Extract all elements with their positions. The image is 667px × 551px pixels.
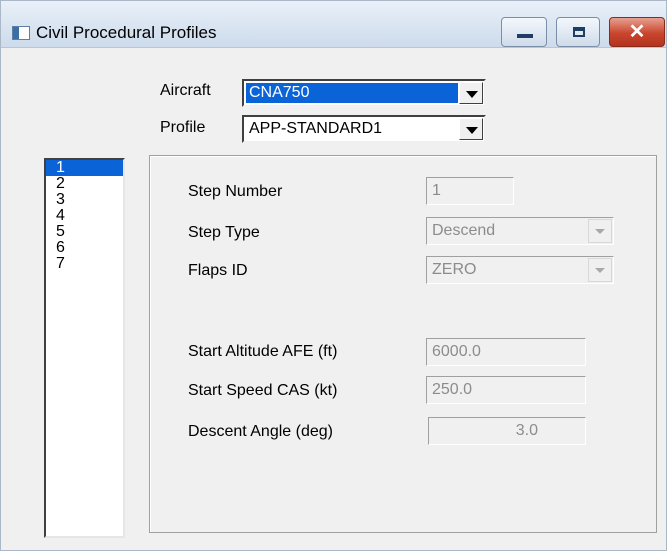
chevron-down-icon [588,219,612,243]
start-altitude-field: 6000.0 [426,338,586,366]
step-type-label: Step Type [188,224,260,241]
flaps-id-label: Flaps ID [188,262,248,279]
start-speed-field: 250.0 [426,376,586,404]
profile-value: APP-STANDARD1 [249,120,383,137]
list-item-step[interactable]: 6 [46,240,123,256]
list-item-step[interactable]: 3 [46,192,123,208]
step-type-dropdown: Descend [426,217,614,245]
steps-listbox[interactable]: 1 2 3 4 5 6 7 [44,158,125,538]
title-bar[interactable]: Civil Procedural Profiles ✕ [1,1,666,48]
list-item-step[interactable]: 5 [46,224,123,240]
window-title: Civil Procedural Profiles [36,23,217,42]
flaps-id-value: ZERO [432,261,477,278]
list-item-step[interactable]: 1 [46,160,123,176]
aircraft-dropdown[interactable]: CNA750 [242,79,486,107]
list-item-step[interactable]: 4 [46,208,123,224]
chevron-down-icon [588,258,612,282]
profile-label: Profile [160,119,206,136]
maximize-icon [573,27,585,37]
chevron-down-icon[interactable] [459,118,483,140]
aircraft-value: CNA750 [246,83,458,103]
list-item-step[interactable]: 2 [46,176,123,192]
app-icon [12,26,30,40]
minimize-button[interactable] [501,17,547,47]
chevron-down-icon[interactable] [459,82,483,104]
descent-angle-field: 3.0 [428,417,586,445]
flaps-id-dropdown: ZERO [426,256,614,284]
descent-angle-label: Descent Angle (deg) [188,423,333,440]
close-button[interactable]: ✕ [609,17,665,47]
step-type-value: Descend [432,222,496,239]
maximize-button[interactable] [556,17,600,47]
aircraft-label: Aircraft [160,82,211,99]
start-speed-label: Start Speed CAS (kt) [188,382,338,399]
step-number-field: 1 [426,177,514,205]
step-number-label: Step Number [188,183,283,200]
close-icon: ✕ [628,21,646,43]
list-item-step[interactable]: 7 [46,256,123,272]
start-altitude-label: Start Altitude AFE (ft) [188,343,338,360]
civil-procedural-profiles-window: Civil Procedural Profiles ✕ Aircraft CNA… [0,0,667,551]
minimize-icon [517,34,533,38]
profile-dropdown[interactable]: APP-STANDARD1 [242,115,486,143]
